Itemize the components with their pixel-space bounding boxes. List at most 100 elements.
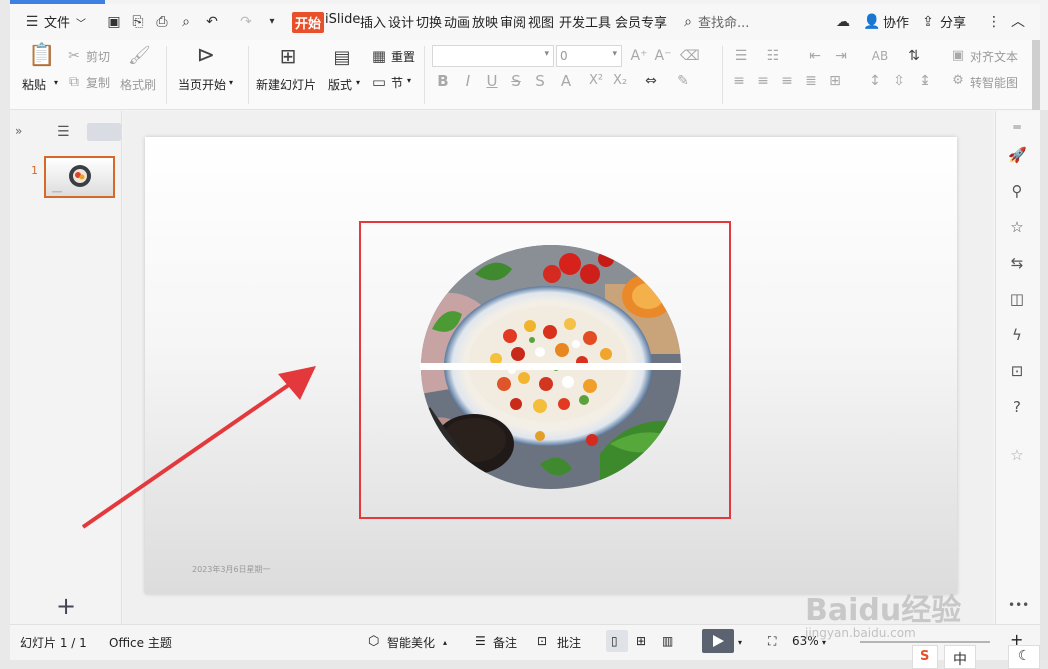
more-horizontal-icon[interactable]: •••: [1008, 596, 1029, 614]
reading-view-icon[interactable]: ▥: [662, 634, 673, 648]
slide-thumbnail[interactable]: [44, 156, 115, 198]
rocket-icon[interactable]: 🚀: [1008, 146, 1027, 164]
expand-panel-icon[interactable]: »: [15, 124, 22, 138]
search-icon[interactable]: ⌕: [680, 14, 696, 30]
beautify-icon[interactable]: ⬡: [368, 634, 379, 649]
layout-dropdown-icon[interactable]: ▾: [356, 78, 360, 87]
align-center-icon[interactable]: ≡: [754, 71, 772, 91]
outline-view-icon[interactable]: ☰: [57, 124, 70, 140]
preview-icon[interactable]: ⌕: [178, 14, 194, 30]
undo-icon[interactable]: ↶: [204, 14, 220, 30]
reset-button[interactable]: 重置: [391, 48, 415, 65]
collab-icon[interactable]: 👤: [863, 14, 880, 30]
image-edit-icon[interactable]: ◫: [1008, 290, 1026, 308]
zoom-slider[interactable]: [860, 641, 990, 643]
play-from-current-icon[interactable]: ⊳: [194, 45, 218, 67]
bullets-icon[interactable]: ☰: [730, 46, 752, 66]
sort-icon[interactable]: ⇅: [903, 46, 925, 66]
copy-icon[interactable]: ⧉: [66, 72, 82, 92]
increase-font-icon[interactable]: A⁺: [630, 46, 648, 66]
font-color-icon[interactable]: A: [558, 71, 574, 91]
rail-menu-icon[interactable]: ═: [1008, 118, 1026, 136]
menu-icon[interactable]: ☰: [24, 14, 40, 30]
layout-button[interactable]: 版式: [328, 76, 352, 93]
cut-button[interactable]: 剪切: [86, 48, 110, 65]
window-scrollbar[interactable]: [1040, 110, 1048, 660]
comments-button[interactable]: 批注: [557, 634, 581, 651]
more-vertical-icon[interactable]: ⋮: [986, 14, 1002, 30]
tab-developer[interactable]: 开发工具: [559, 12, 611, 31]
layout-icon[interactable]: ▤: [332, 48, 352, 68]
book-icon[interactable]: ⊡: [1008, 362, 1026, 380]
tab-home[interactable]: 开始: [292, 12, 325, 33]
add-slide-icon[interactable]: +: [56, 592, 76, 620]
new-slide-icon[interactable]: ⊞: [276, 46, 300, 66]
superscript-icon[interactable]: X²: [588, 71, 604, 91]
chevron-down-icon[interactable]: ﹀: [76, 15, 86, 30]
justify-icon[interactable]: ≣: [802, 71, 820, 91]
font-size-select[interactable]: 0 ▾: [556, 45, 622, 67]
lightning-icon[interactable]: ϟ: [1008, 326, 1026, 344]
comment-icon[interactable]: ⊡: [537, 634, 547, 648]
italic-icon[interactable]: I: [460, 71, 476, 91]
ime-mode[interactable]: 中: [944, 645, 976, 669]
edit-scrollbar[interactable]: [981, 111, 993, 624]
align-right-icon[interactable]: ≡: [778, 71, 796, 91]
search-command[interactable]: 查找命...: [698, 12, 749, 31]
section-dropdown-icon[interactable]: ▾: [407, 76, 411, 85]
text-box-icon[interactable]: AB: [868, 46, 892, 66]
export-icon[interactable]: ⎘: [130, 14, 146, 30]
highlight-icon[interactable]: ✎: [674, 71, 692, 91]
align-text-icon[interactable]: ▣: [950, 46, 966, 66]
tab-transition[interactable]: 切换: [416, 12, 442, 31]
format-painter-icon[interactable]: 🖌: [128, 46, 151, 66]
notes-icon[interactable]: ☰: [475, 634, 486, 648]
align-left-icon[interactable]: ≡: [730, 71, 748, 91]
smart-beautify-button[interactable]: 智能美化: [387, 634, 435, 651]
strikethrough-icon[interactable]: S: [508, 71, 524, 91]
tab-design[interactable]: 设计: [388, 12, 414, 31]
spacing-dropdown-icon[interactable]: ↨: [914, 71, 936, 91]
share-icon[interactable]: ⇪: [920, 14, 936, 30]
star-icon[interactable]: ☆: [1008, 218, 1026, 236]
folder-star-icon[interactable]: ☆: [1008, 446, 1026, 464]
clear-format-icon[interactable]: ⌫: [680, 46, 700, 66]
beautify-dropdown-icon[interactable]: ▴: [443, 638, 447, 647]
scissors-icon[interactable]: ✂: [66, 46, 82, 66]
new-slide-button[interactable]: 新建幻灯片: [256, 76, 316, 93]
tab-review[interactable]: 审阅: [500, 12, 526, 31]
thumbnail-view-tab[interactable]: [87, 123, 121, 141]
quick-access-dropdown-icon[interactable]: ▾: [264, 14, 280, 30]
section-icon[interactable]: ▭: [370, 72, 388, 92]
line-spacing-icon[interactable]: ↕: [866, 71, 884, 91]
from-current-dropdown-icon[interactable]: ▾: [229, 78, 233, 87]
adjust-icon[interactable]: ⚲: [1008, 182, 1026, 200]
tab-islide[interactable]: iSlide: [325, 12, 360, 27]
sogou-ime-icon[interactable]: S: [912, 645, 938, 669]
moon-icon[interactable]: ☾: [1008, 645, 1040, 669]
paste-icon[interactable]: 📋: [28, 45, 55, 67]
paste-dropdown-icon[interactable]: ▾: [54, 78, 58, 87]
tab-view[interactable]: 视图: [528, 12, 554, 31]
char-spacing-icon[interactable]: ⇔: [642, 71, 660, 91]
shadow-icon[interactable]: S: [532, 71, 548, 91]
smart-graphic-icon[interactable]: ⚙: [950, 71, 966, 91]
tab-slideshow[interactable]: 放映: [472, 12, 498, 31]
collapse-ribbon-icon[interactable]: ︿: [1010, 14, 1026, 30]
reset-icon[interactable]: ▦: [370, 46, 388, 66]
tab-animation[interactable]: 动画: [444, 12, 470, 31]
section-button[interactable]: 节: [391, 74, 403, 91]
distribute-icon[interactable]: ⊞: [826, 71, 844, 91]
play-dropdown-icon[interactable]: ▾: [738, 638, 742, 647]
print-icon[interactable]: ⎙: [154, 14, 170, 30]
from-current-button[interactable]: 当页开始: [178, 76, 226, 93]
format-painter-button[interactable]: 格式刷: [120, 76, 156, 93]
redo-icon[interactable]: ↷: [238, 14, 254, 30]
share-button[interactable]: 分享: [940, 12, 966, 31]
convert-smart-graphic-button[interactable]: 转智能图: [970, 74, 1018, 91]
tab-insert[interactable]: 插入: [360, 12, 386, 31]
file-menu[interactable]: 文件: [44, 12, 70, 31]
notes-button[interactable]: 备注: [493, 634, 517, 651]
numbering-icon[interactable]: ☷: [762, 46, 784, 66]
decrease-font-icon[interactable]: A⁻: [654, 46, 672, 66]
